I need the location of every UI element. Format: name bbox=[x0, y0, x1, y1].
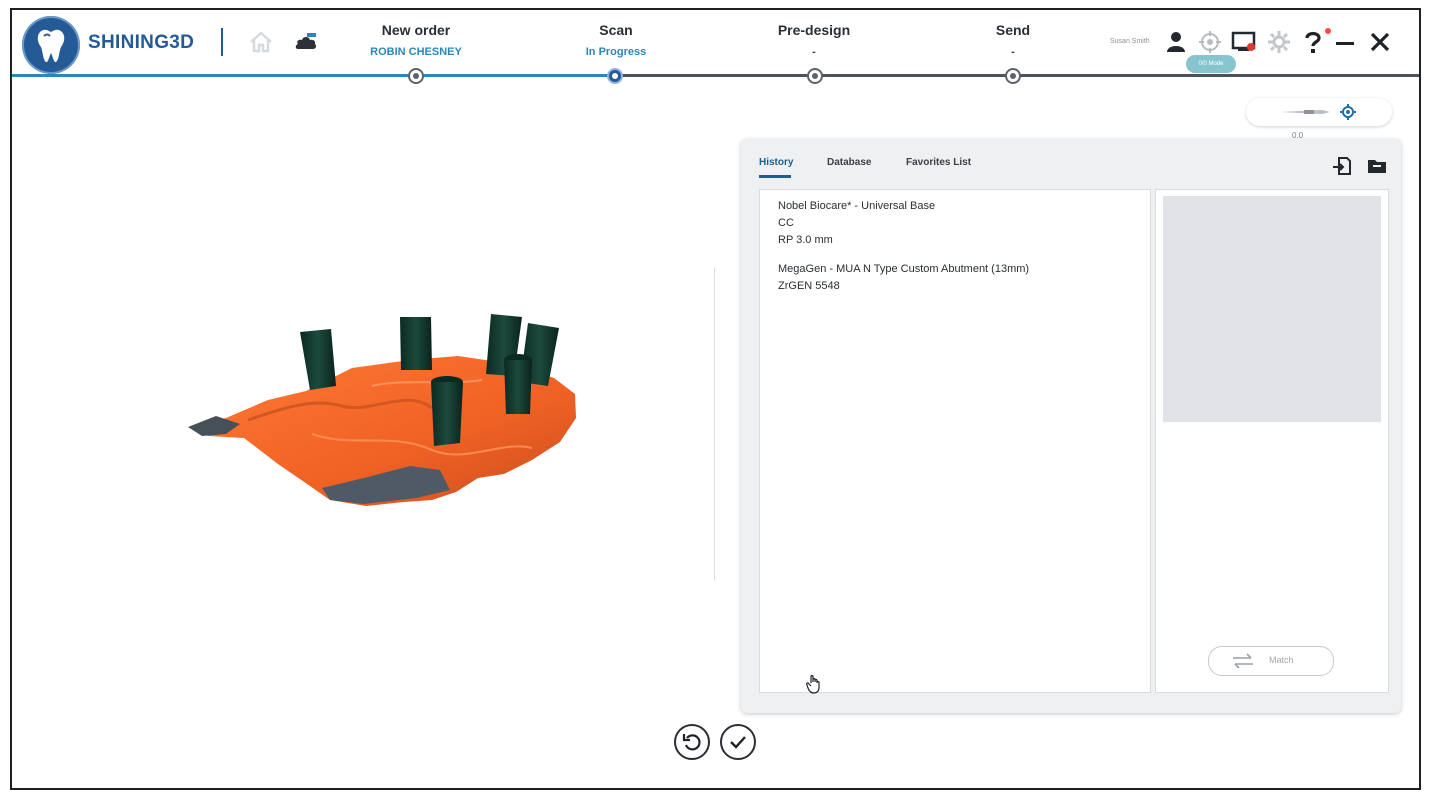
tab-history[interactable]: History bbox=[759, 157, 793, 168]
tab-favorites-list[interactable]: Favorites List bbox=[906, 157, 971, 168]
undo-button[interactable] bbox=[674, 724, 710, 760]
scanner-tip-icon bbox=[1280, 104, 1356, 120]
scan-model[interactable] bbox=[12, 88, 742, 788]
minimize-icon[interactable] bbox=[1332, 29, 1358, 55]
top-bar: SHINING3D New order ROBIN CHESNEY Scan I… bbox=[12, 10, 1419, 88]
history-list: Nobel Biocare* - Universal Base CC RP 3.… bbox=[759, 189, 1151, 694]
home-icon[interactable] bbox=[248, 30, 274, 54]
entry-type: CC bbox=[778, 217, 794, 229]
screen-record-icon[interactable] bbox=[1231, 29, 1257, 55]
step-sublabel: - bbox=[1011, 46, 1015, 58]
brand-divider bbox=[221, 28, 223, 56]
help-icon[interactable] bbox=[1300, 29, 1326, 55]
close-icon[interactable] bbox=[1367, 29, 1393, 55]
gear-icon[interactable] bbox=[1266, 29, 1292, 55]
entry-type: ZrGEN 5548 bbox=[778, 280, 840, 292]
3d-viewport[interactable] bbox=[12, 88, 742, 788]
step-sublabel: - bbox=[812, 46, 816, 58]
step-node-send[interactable] bbox=[1005, 68, 1021, 84]
entry-size: RP 3.0 mm bbox=[778, 234, 833, 246]
match-button[interactable]: Match bbox=[1208, 646, 1334, 676]
calibration-icon[interactable] bbox=[1197, 29, 1223, 55]
hand-cursor-icon bbox=[805, 674, 823, 694]
app-window: SHINING3D New order ROBIN CHESNEY Scan I… bbox=[10, 8, 1421, 790]
progress-line-complete bbox=[12, 74, 613, 77]
user-icon[interactable] bbox=[1163, 29, 1189, 55]
scan-tool-pill[interactable] bbox=[1246, 98, 1392, 126]
step-node-pre-design[interactable] bbox=[807, 68, 823, 84]
step-node-scan[interactable] bbox=[607, 68, 623, 84]
step-label: Pre-design bbox=[777, 22, 851, 38]
viewport-divider bbox=[714, 268, 715, 580]
undo-icon bbox=[682, 734, 701, 751]
abutment-library-panel: History Database Favorites List Nobel Bi… bbox=[741, 139, 1401, 713]
import-icon[interactable] bbox=[1331, 155, 1353, 177]
preview-pane: Match bbox=[1155, 189, 1389, 693]
step-sublabel: ROBIN CHESNEY bbox=[370, 46, 462, 58]
cloud-icon[interactable] bbox=[292, 30, 318, 54]
tab-database[interactable]: Database bbox=[827, 157, 871, 168]
logo-tooth-icon bbox=[22, 16, 80, 74]
step-node-new-order[interactable] bbox=[408, 68, 424, 84]
entry-brand: MegaGen - MUA N Type Custom Abutment (13… bbox=[778, 263, 1030, 275]
entry-brand: Nobel Biocare* - Universal Base bbox=[778, 200, 936, 212]
list-item[interactable]: Nobel Biocare* - Universal Base CC RP 3.… bbox=[778, 198, 935, 249]
notification-dot bbox=[1325, 28, 1331, 34]
user-name: Susan Smith bbox=[1110, 38, 1150, 45]
preview-image bbox=[1163, 196, 1381, 422]
step-label: Send bbox=[995, 22, 1031, 38]
swap-arrows-icon bbox=[1233, 653, 1253, 669]
match-label: Match bbox=[1269, 655, 1294, 665]
step-sublabel: In Progress bbox=[585, 46, 647, 58]
step-label: Scan bbox=[599, 22, 633, 38]
folder-icon[interactable] bbox=[1366, 155, 1388, 177]
tab-history-underline bbox=[759, 175, 791, 178]
confirm-button[interactable] bbox=[720, 724, 756, 760]
check-icon bbox=[730, 736, 746, 749]
list-item[interactable]: MegaGen - MUA N Type Custom Abutment (13… bbox=[778, 261, 1029, 295]
brand-name: SHINING3D bbox=[88, 32, 195, 53]
calibration-tooltip: 0/0 Mode bbox=[1186, 55, 1236, 73]
step-label: New order bbox=[381, 22, 451, 38]
